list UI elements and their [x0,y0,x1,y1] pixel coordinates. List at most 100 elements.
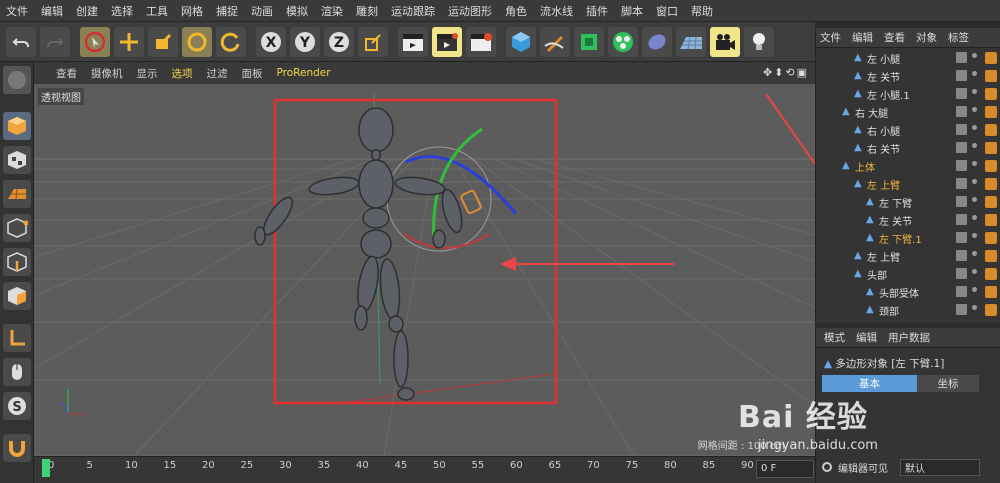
render-dot-icon[interactable] [972,215,977,220]
visibility-toggle-icon[interactable] [956,214,967,225]
visibility-toggle-icon[interactable] [956,178,967,189]
deformer-button[interactable] [642,26,672,57]
live-select-button[interactable] [80,26,110,57]
material-tag-icon[interactable] [985,268,997,280]
tree-row[interactable]: ▲ 颈部 [816,301,1000,319]
render-dot-icon[interactable] [972,305,977,310]
rotate-tool-button[interactable] [182,26,212,57]
material-tag-icon[interactable] [985,124,997,136]
menu-item[interactable]: 捕捉 [216,3,238,19]
menu-item[interactable]: 模拟 [286,3,308,19]
menu-item[interactable]: 运动跟踪 [391,3,435,19]
attribute-manager-menu-item[interactable]: 用户数据 [888,330,930,345]
floor-button[interactable] [676,26,706,57]
cube-button[interactable] [506,26,536,57]
render-view-button[interactable] [398,26,428,57]
render-dot-icon[interactable] [972,161,977,166]
z-axis-button[interactable]: Z [324,26,354,57]
object-manager-menu-item[interactable]: 文件 [820,30,841,45]
render-dot-icon[interactable] [972,53,977,58]
viewport-menu-item[interactable]: 摄像机 [91,66,123,81]
edges-mode-button[interactable] [3,248,31,276]
camera-button[interactable] [710,26,740,57]
menu-item[interactable]: 窗口 [656,3,678,19]
menu-item[interactable]: 渲染 [321,3,343,19]
perspective-viewport[interactable]: 透视视图 网格间距 : 100 cm [34,84,815,456]
tree-row[interactable]: ▲ 左 上臂 [816,175,1000,193]
tree-row[interactable]: ▲ 左 关节 [816,211,1000,229]
material-tag-icon[interactable] [985,232,997,244]
tweak-mode-button[interactable] [3,358,31,386]
render-dot-icon[interactable] [972,125,977,130]
viewport-menu-item[interactable]: 查看 [56,66,77,81]
render-dot-icon[interactable] [972,269,977,274]
polygons-mode-button[interactable] [3,282,31,310]
visibility-toggle-icon[interactable] [956,142,967,153]
menu-item[interactable]: 流水线 [540,3,573,19]
tree-row[interactable]: ▲ 上体 [816,157,1000,175]
texture-mode-button[interactable] [3,146,31,174]
material-tag-icon[interactable] [985,304,997,316]
material-tag-icon[interactable] [985,142,997,154]
viewport-menu-item[interactable]: 选项 [172,66,193,81]
material-tag-icon[interactable] [985,178,997,190]
visibility-toggle-icon[interactable] [956,250,967,261]
snap-button[interactable]: S [3,392,31,420]
render-dot-icon[interactable] [972,89,977,94]
render-dot-icon[interactable] [972,287,977,292]
render-settings-button[interactable] [466,26,496,57]
material-tag-icon[interactable] [985,70,997,82]
object-manager-menu-item[interactable]: 对象 [916,30,937,45]
object-manager-menu-item[interactable]: 编辑 [852,30,873,45]
tree-row[interactable]: ▲ 左 关节 [816,67,1000,85]
material-tag-icon[interactable] [985,214,997,226]
workplane-button[interactable] [3,180,31,208]
visibility-toggle-icon[interactable] [956,88,967,99]
viewport-menu-item[interactable]: ProRender [277,67,331,79]
visibility-toggle-icon[interactable] [956,160,967,171]
visibility-toggle-icon[interactable] [956,232,967,243]
tree-row[interactable]: ▲ 左 小腿.1 [816,85,1000,103]
menu-item[interactable]: 运动图形 [448,3,492,19]
scale-tool-button[interactable] [148,26,178,57]
menu-item[interactable]: 动画 [251,3,273,19]
mode-switch-button[interactable] [3,66,31,94]
undo-button[interactable] [6,26,36,57]
visibility-toggle-icon[interactable] [956,196,967,207]
render-dot-icon[interactable] [972,71,977,76]
viewport-menu-item[interactable]: 显示 [137,66,158,81]
material-tag-icon[interactable] [985,196,997,208]
render-dot-icon[interactable] [972,107,977,112]
attribute-manager-menu-item[interactable]: 编辑 [856,330,877,345]
menu-item[interactable]: 选择 [111,3,133,19]
tree-row[interactable]: ▲ 右 大腿 [816,103,1000,121]
model-mode-button[interactable] [3,112,31,140]
material-tag-icon[interactable] [985,106,997,118]
viewport-menu-item[interactable]: 过滤 [207,66,228,81]
tree-row[interactable]: ▲ 右 关节 [816,139,1000,157]
render-to-picture-viewer-button[interactable] [432,26,462,57]
menu-item[interactable]: 创建 [76,3,98,19]
render-dot-icon[interactable] [972,197,977,202]
menu-item[interactable]: 工具 [146,3,168,19]
tree-row[interactable]: ▲ 左 下臂 [816,193,1000,211]
tree-row[interactable]: ▲ 左 小腿 [816,49,1000,67]
menu-item[interactable]: 脚本 [621,3,643,19]
visibility-toggle-icon[interactable] [956,124,967,135]
menu-item[interactable]: 雕刻 [356,3,378,19]
move-tool-button[interactable] [114,26,144,57]
timeline-playhead[interactable] [42,459,50,477]
light-button[interactable] [744,26,774,57]
render-dot-icon[interactable] [972,251,977,256]
viewport-scene[interactable] [34,84,815,456]
coordinate-system-button[interactable] [358,26,388,57]
visibility-toggle-icon[interactable] [956,106,967,117]
render-dot-icon[interactable] [972,233,977,238]
material-tag-icon[interactable] [985,250,997,262]
axis-mode-button[interactable] [3,324,31,352]
subdivision-surface-button[interactable] [574,26,604,57]
tree-row[interactable]: ▲ 右 小腿 [816,121,1000,139]
tab-coordinates[interactable]: 坐标 [917,375,979,392]
visibility-toggle-icon[interactable] [956,286,967,297]
recent-tool-button[interactable] [216,26,246,57]
